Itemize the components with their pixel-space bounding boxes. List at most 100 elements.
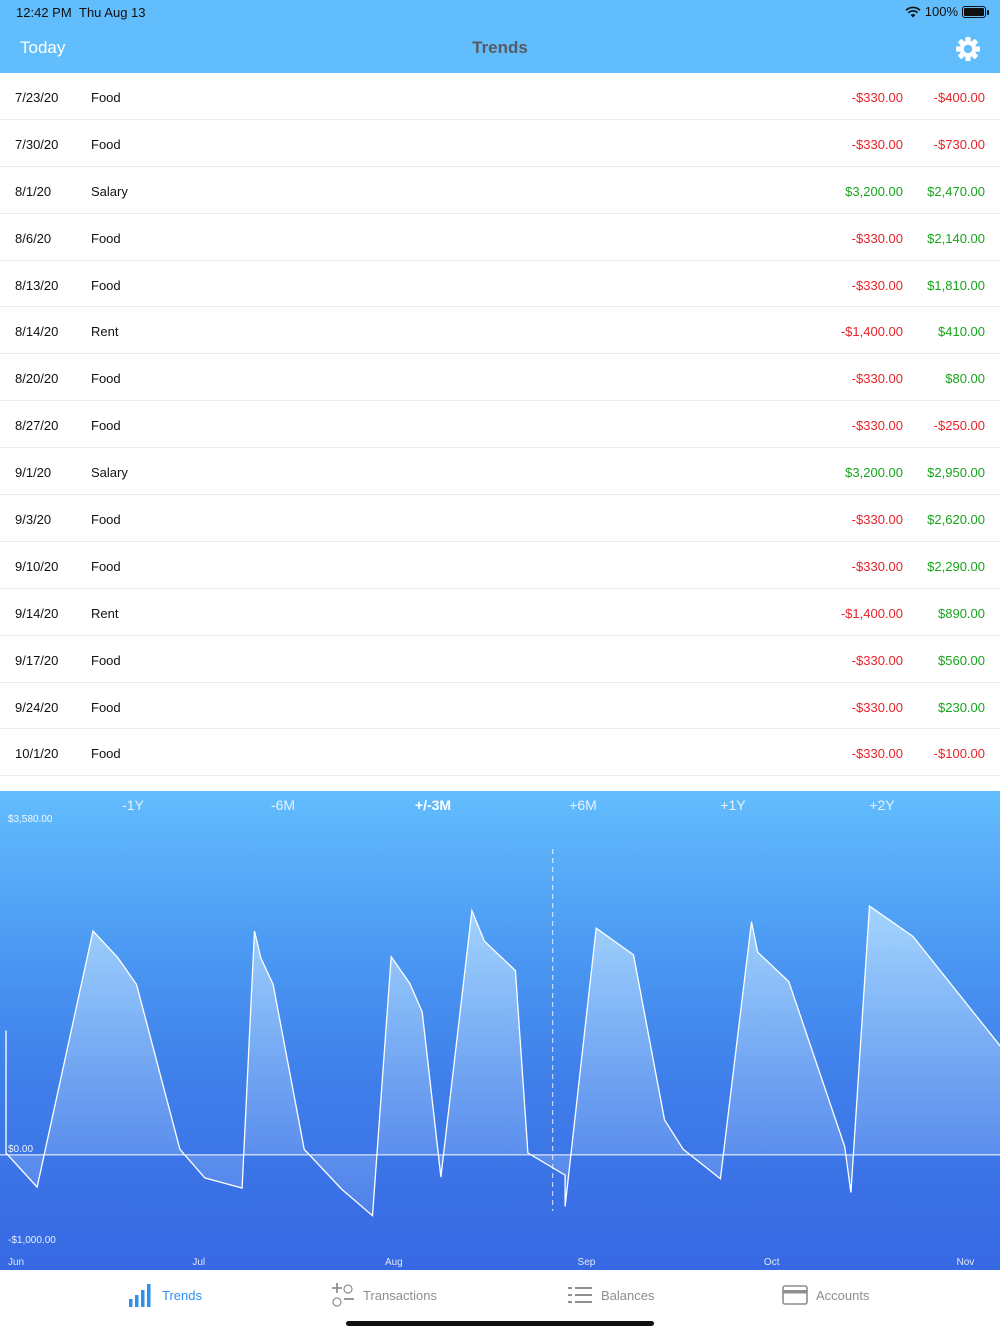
transaction-row[interactable]: 9/1/20 Salary $3,200.00 $2,950.00 [0, 448, 1000, 496]
range-button[interactable]: +2Y [869, 797, 894, 813]
tab-transactions[interactable]: Transactions [331, 1282, 437, 1308]
transactions-icon [332, 1283, 354, 1307]
transaction-amount: -$330.00 [851, 371, 903, 387]
status-indicators: 100% [905, 4, 989, 19]
transaction-list[interactable]: 7/23/20 Food -$330.00 -$400.00 7/30/20 Food -$… [0, 73, 1000, 791]
transaction-row[interactable]: 9/3/20 Food -$330.00 $2,620.00 [0, 495, 1000, 542]
x-tick-label: Sep [578, 1257, 596, 1268]
transaction-date: 9/14/20 [15, 605, 59, 621]
transaction-balance: $2,290.00 [927, 558, 985, 574]
navigation-bar: Today Trends [0, 26, 1000, 73]
range-button[interactable]: +/-3M [415, 797, 451, 813]
status-bar: 12:42 PM Thu Aug 13 100% [0, 0, 1000, 26]
x-tick-label: Aug [385, 1257, 403, 1268]
transaction-row[interactable]: 8/20/20 Food -$330.00 $80.00 [0, 354, 1000, 402]
tab-label: Accounts [816, 1287, 870, 1303]
transaction-amount: -$330.00 [851, 230, 903, 246]
transaction-amount: -$330.00 [851, 136, 903, 152]
balances-icon [568, 1287, 592, 1303]
tab-label: Transactions [363, 1287, 437, 1303]
transaction-balance: $80.00 [945, 371, 985, 387]
transaction-amount: -$330.00 [851, 277, 903, 293]
transaction-row[interactable]: 9/24/20 Food -$330.00 $230.00 [0, 683, 1000, 730]
transaction-amount: $3,200.00 [845, 465, 903, 481]
tab-balances[interactable]: Balances [567, 1282, 654, 1308]
transaction-amount: -$1,400.00 [840, 324, 903, 340]
gear-icon[interactable] [954, 35, 982, 63]
status-date: Thu Aug 13 [79, 5, 146, 20]
transaction-category: Food [91, 230, 121, 246]
accounts-icon [782, 1285, 808, 1305]
transaction-date: 8/14/20 [15, 324, 59, 340]
tab-label: Trends [162, 1287, 202, 1303]
transaction-category: Food [91, 558, 121, 574]
transaction-row[interactable]: 7/30/20 Food -$330.00 -$730.00 [0, 120, 1000, 167]
transaction-date: 8/13/20 [15, 277, 59, 293]
transaction-row[interactable]: 9/14/20 Rent -$1,400.00 $890.00 [0, 589, 1000, 636]
transaction-balance: $2,620.00 [927, 512, 985, 528]
transaction-category: Food [91, 652, 121, 668]
status-time: 12:42 PM [16, 5, 72, 20]
y-tick-label: -$1,000.00 [8, 1235, 56, 1246]
range-button[interactable]: +1Y [720, 797, 745, 813]
trend-chart[interactable]: $3,580.00 $0.00 -$1,000.00 Jun Jul Aug Sep Oct N… [0, 791, 1000, 1270]
x-tick-label: Oct [764, 1257, 780, 1268]
transaction-category: Food [91, 277, 121, 293]
x-tick-label: Jun [8, 1257, 24, 1268]
x-tick-label: Nov [957, 1257, 975, 1268]
x-tick-label: Jul [192, 1257, 205, 1268]
transaction-date: 9/17/20 [15, 652, 59, 668]
transaction-amount: -$330.00 [851, 699, 903, 715]
transaction-balance: -$250.00 [933, 418, 985, 434]
battery-percent: 100% [924, 4, 958, 19]
transaction-row[interactable]: 8/1/20 Salary $3,200.00 $2,470.00 [0, 167, 1000, 214]
transaction-row[interactable]: 9/17/20 Food -$330.00 $560.00 [0, 636, 1000, 683]
transaction-balance: $890.00 [938, 605, 985, 621]
transaction-balance: $2,140.00 [927, 230, 985, 246]
home-indicator [346, 1321, 654, 1326]
transaction-amount: -$330.00 [851, 652, 903, 668]
transaction-balance: -$100.00 [933, 746, 985, 762]
balance-area [6, 906, 1000, 1216]
range-button[interactable]: +6M [569, 797, 597, 813]
transaction-date: 9/3/20 [15, 512, 52, 528]
transaction-row[interactable]: 8/13/20 Food -$330.00 $1,810.00 [0, 261, 1000, 308]
tab-label: Balances [601, 1287, 655, 1303]
tab-trends[interactable]: Trends [128, 1282, 202, 1308]
transaction-date: 9/10/20 [15, 558, 59, 574]
range-button[interactable]: -1Y [122, 797, 144, 813]
transaction-balance: $560.00 [938, 652, 985, 668]
transaction-amount: -$330.00 [851, 512, 903, 528]
transaction-category: Rent [91, 324, 119, 340]
transaction-category: Rent [91, 605, 119, 621]
transaction-date: 7/30/20 [15, 136, 59, 152]
transaction-date: 8/1/20 [15, 183, 52, 199]
transaction-amount: -$330.00 [851, 418, 903, 434]
transaction-amount: -$330.00 [851, 90, 903, 105]
transaction-category: Food [91, 418, 121, 434]
range-button[interactable]: -6M [271, 797, 295, 813]
transaction-balance: $410.00 [938, 324, 985, 340]
y-tick-label: $3,580.00 [8, 814, 53, 825]
transaction-balance: -$730.00 [933, 136, 985, 152]
transaction-row[interactable]: 10/1/20 Food -$330.00 -$100.00 [0, 729, 1000, 777]
tab-accounts[interactable]: Accounts [782, 1282, 869, 1308]
transaction-date: 8/20/20 [15, 371, 59, 387]
wifi-icon [905, 6, 921, 17]
trends-icon [129, 1284, 151, 1307]
trend-chart-panel: $3,580.00 $0.00 -$1,000.00 Jun Jul Aug Sep Oct N… [0, 791, 1000, 1270]
transaction-row[interactable]: 7/23/20 Food -$330.00 -$400.00 [0, 73, 1000, 120]
y-tick-label: $0.00 [8, 1144, 33, 1155]
transaction-row[interactable]: 8/14/20 Rent -$1,400.00 $410.00 [0, 307, 1000, 355]
transaction-category: Salary [91, 465, 128, 481]
transaction-category: Food [91, 699, 121, 715]
transaction-amount: $3,200.00 [845, 183, 903, 199]
transaction-balance: $2,470.00 [927, 183, 985, 199]
transaction-balance: $2,950.00 [927, 465, 985, 481]
transaction-row[interactable]: 8/6/20 Food -$330.00 $2,140.00 [0, 214, 1000, 261]
transaction-date: 8/6/20 [15, 230, 52, 246]
transaction-row[interactable]: 9/10/20 Food -$330.00 $2,290.00 [0, 542, 1000, 589]
transaction-balance: $1,810.00 [927, 277, 985, 293]
transaction-row[interactable]: 8/27/20 Food -$330.00 -$250.00 [0, 401, 1000, 449]
transaction-date: 9/24/20 [15, 699, 59, 715]
